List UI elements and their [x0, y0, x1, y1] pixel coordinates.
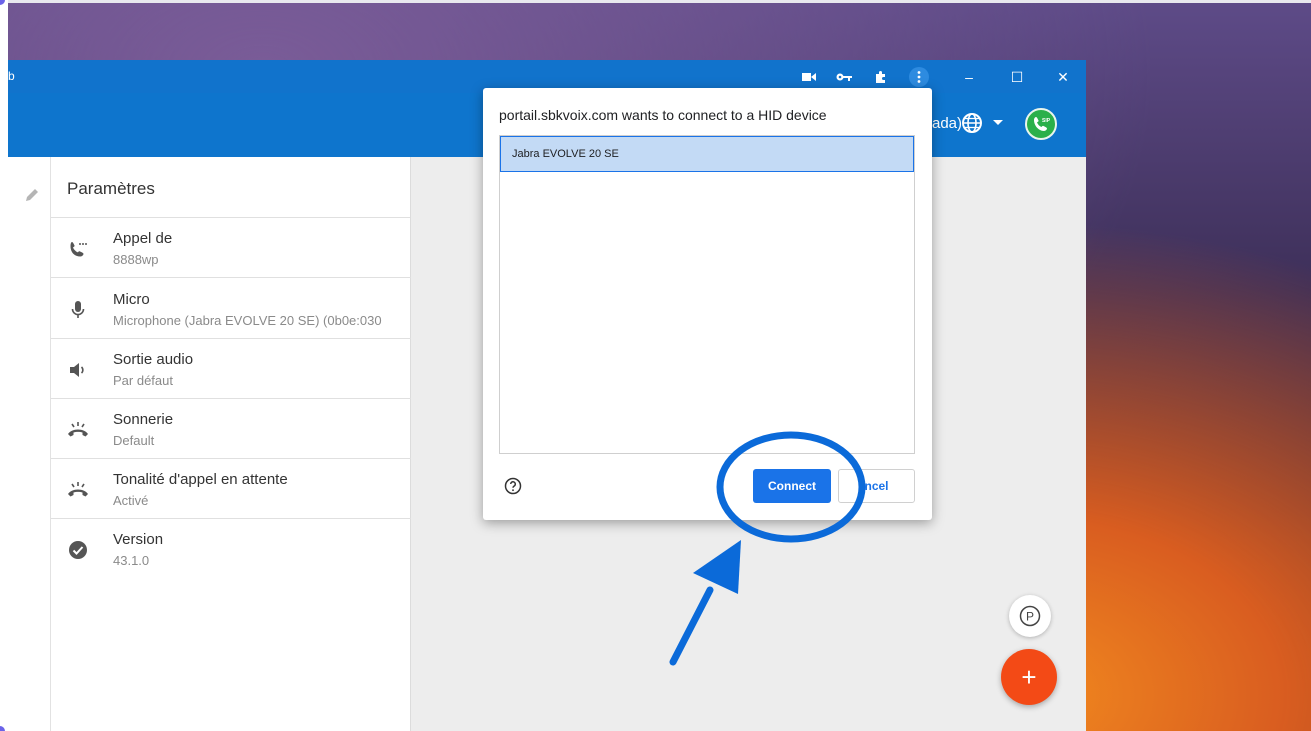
setting-value: Activé — [113, 493, 149, 508]
setting-row-sortie-audio[interactable]: Sortie audio Par défaut — [51, 339, 411, 399]
screen-top-border — [0, 0, 1311, 3]
minimize-button[interactable]: – — [954, 65, 984, 89]
check-circle-icon — [67, 539, 89, 561]
setting-value: Par défaut — [113, 373, 173, 388]
connect-button[interactable]: Connect — [753, 469, 831, 503]
ringing-phone-icon — [67, 419, 89, 441]
maximize-button[interactable]: ☐ — [1002, 65, 1032, 89]
device-list-item[interactable]: Jabra EVOLVE 20 SE — [500, 136, 914, 172]
left-navigation-strip — [8, 157, 51, 731]
hid-device-chooser-dialog: portail.sbkvoix.com wants to connect to … — [483, 88, 932, 520]
setting-value: 43.1.0 — [113, 553, 150, 568]
sip-phone-status-icon[interactable]: SIP — [1025, 108, 1057, 140]
setting-label: Appel de — [113, 230, 173, 247]
setting-value: 8888wp — [113, 252, 159, 267]
microphone-icon — [67, 299, 89, 321]
setting-row-sonnerie[interactable]: Sonnerie Default — [51, 399, 411, 459]
help-icon[interactable] — [504, 477, 522, 495]
setting-row-micro[interactable]: Micro Microphone (Jabra EVOLVE 20 SE) (0… — [51, 279, 411, 339]
svg-text:SIP: SIP — [1042, 118, 1050, 124]
setting-row-version: Version 43.1.0 — [51, 519, 411, 579]
setting-label: Tonalité d'appel en attente — [113, 471, 288, 488]
parking-label: P — [1026, 610, 1034, 624]
key-icon[interactable] — [834, 67, 854, 87]
close-button[interactable]: ✕ — [1048, 65, 1078, 89]
dialog-title: portail.sbkvoix.com wants to connect to … — [499, 107, 827, 123]
pencil-edit-icon[interactable] — [24, 187, 40, 203]
setting-value: Default — [113, 433, 155, 448]
ringing-phone-icon — [67, 479, 89, 501]
setting-label: Sonnerie — [113, 411, 174, 428]
setting-label: Micro — [113, 291, 150, 308]
setting-label: Version — [113, 531, 164, 548]
language-selector-text[interactable]: ada) — [932, 115, 962, 132]
more-vert-icon[interactable] — [909, 67, 929, 87]
globe-icon[interactable] — [961, 112, 983, 134]
setting-row-appel-de[interactable]: Appel de 8888wp — [51, 218, 411, 278]
parking-button[interactable]: P — [1009, 595, 1051, 637]
add-button[interactable]: + — [1001, 649, 1057, 705]
setting-value: Microphone (Jabra EVOLVE 20 SE) (0b0e:03… — [113, 313, 382, 328]
screen-left-border — [0, 0, 8, 731]
video-camera-icon[interactable] — [799, 67, 819, 87]
window-title: b — [8, 69, 15, 83]
setting-label: Sortie audio — [113, 351, 194, 368]
speaker-icon — [67, 359, 89, 381]
settings-title: Paramètres — [67, 179, 155, 198]
chevron-down-icon[interactable] — [993, 120, 1003, 125]
device-list: Jabra EVOLVE 20 SE — [499, 135, 915, 454]
cancel-button[interactable]: ncel — [838, 469, 915, 503]
puzzle-extension-icon[interactable] — [871, 67, 891, 87]
phone-dialpad-icon — [67, 238, 89, 260]
settings-panel: Paramètres Appel de 8888wp Micro Microph… — [51, 157, 411, 731]
setting-row-tonalite[interactable]: Tonalité d'appel en attente Activé — [51, 459, 411, 519]
